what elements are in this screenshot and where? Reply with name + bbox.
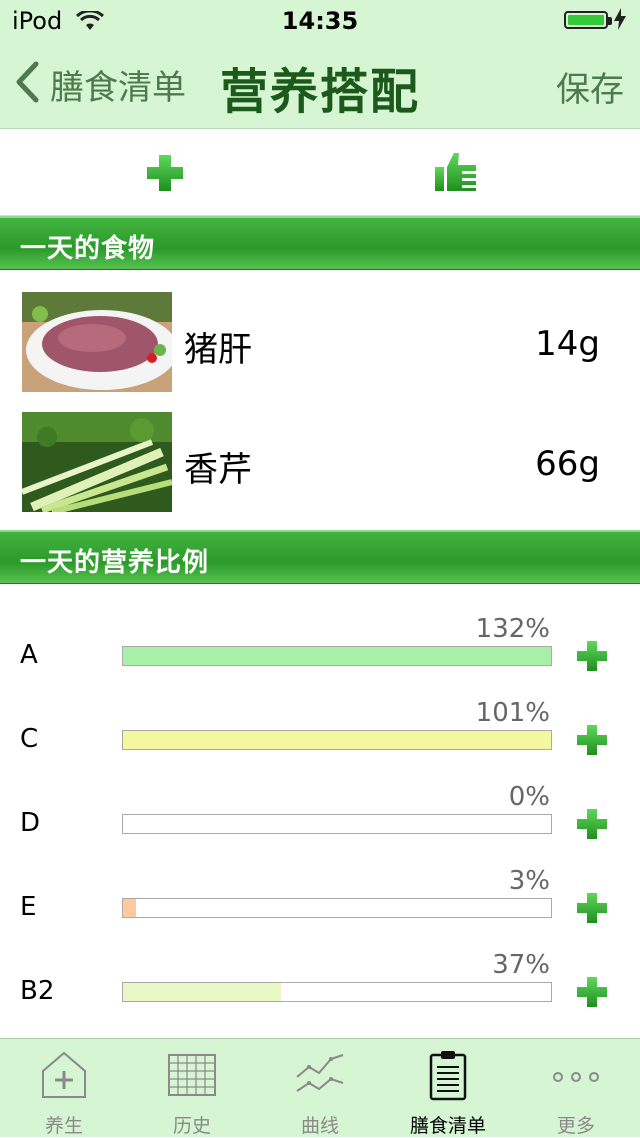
plus-icon <box>577 893 607 923</box>
add-nutrient-button[interactable] <box>572 972 612 1012</box>
tab-curve[interactable]: 曲线 <box>256 1039 384 1137</box>
foods-section-title: 一天的食物 <box>20 234 156 264</box>
nutrient-percent: 0% <box>508 782 550 812</box>
nutrient-row: E 3% <box>0 852 640 936</box>
plus-icon <box>577 725 607 755</box>
nutrient-bar-fill <box>123 983 282 1001</box>
nutrient-bar <box>122 898 552 918</box>
food-row[interactable]: 猪肝 14g <box>0 292 640 412</box>
tab-label: 曲线 <box>300 1115 339 1137</box>
status-bar: iPod 14:35 <box>0 0 640 40</box>
add-food-button[interactable] <box>141 149 189 197</box>
save-button[interactable]: 保存 <box>556 62 624 111</box>
celery-photo <box>22 412 172 512</box>
pork-liver-photo <box>22 292 172 392</box>
nutrient-label: B2 <box>20 976 55 1006</box>
calendar-grid-icon <box>168 1054 216 1096</box>
page-title: 营养搭配 <box>220 64 421 120</box>
plus-icon <box>577 809 607 839</box>
nutrient-bar-fill <box>123 647 551 665</box>
nutrient-bar <box>122 646 552 666</box>
add-nutrient-button[interactable] <box>572 888 612 928</box>
nutrient-percent: 132% <box>475 614 550 644</box>
tab-diet-list[interactable]: 膳食清单 <box>384 1039 512 1137</box>
charging-icon <box>614 8 626 36</box>
tab-label: 更多 <box>556 1115 595 1137</box>
thumbs-up-icon <box>435 153 476 191</box>
add-nutrient-button[interactable] <box>572 636 612 676</box>
nutrient-bar <box>122 982 552 1002</box>
nutrient-percent: 101% <box>475 698 550 728</box>
plus-icon <box>147 155 183 191</box>
nutrient-label: A <box>20 640 38 670</box>
nutrient-row: A 132% <box>0 600 640 684</box>
food-name: 猪肝 <box>184 330 252 370</box>
food-amount: 14g <box>535 324 600 364</box>
house-plus-icon <box>42 1051 86 1098</box>
top-bar: iPod 14:35 膳食清单 营养搭配 保存 <box>0 0 640 129</box>
tab-label: 历史 <box>172 1115 211 1137</box>
action-toolbar <box>0 129 640 216</box>
nutrient-bar <box>122 730 552 750</box>
food-name: 香芹 <box>184 450 252 490</box>
tab-label: 膳食清单 <box>409 1115 486 1137</box>
tab-label: 养生 <box>44 1115 83 1137</box>
nutrient-bar <box>122 814 552 834</box>
recommend-button[interactable] <box>432 149 480 197</box>
nutrient-bar-fill <box>123 899 136 917</box>
clipboard-icon <box>429 1051 467 1101</box>
food-row[interactable]: 香芹 66g <box>0 412 640 532</box>
plus-icon <box>577 641 607 671</box>
chevron-left-icon <box>14 61 40 107</box>
status-time: 14:35 <box>281 7 359 35</box>
nutrition-section-title: 一天的营养比例 <box>20 548 210 578</box>
nutrient-row: D 0% <box>0 768 640 852</box>
nutrient-row: C 101% <box>0 684 640 768</box>
battery-icon <box>564 11 612 29</box>
nutrient-label: E <box>20 892 37 922</box>
nutrient-row: B2 37% <box>0 936 640 1020</box>
nutrition-section-header: 一天的营养比例 <box>0 530 640 584</box>
nutrient-label: D <box>20 808 41 838</box>
add-nutrient-button[interactable] <box>572 804 612 844</box>
plus-icon <box>577 977 607 1007</box>
food-amount: 66g <box>535 444 600 484</box>
back-button[interactable]: 膳食清单 <box>14 60 186 108</box>
add-nutrient-button[interactable] <box>572 720 612 760</box>
tab-history[interactable]: 历史 <box>128 1039 256 1137</box>
tab-bar: 养生 历史 曲线 膳食清单 更多 <box>0 1038 640 1137</box>
more-dots-icon <box>553 1072 599 1082</box>
tab-health[interactable]: 养生 <box>0 1039 128 1137</box>
tab-more[interactable]: 更多 <box>512 1039 640 1137</box>
nutrient-percent: 3% <box>508 866 550 896</box>
nutrient-label: C <box>20 724 39 754</box>
foods-section-header: 一天的食物 <box>0 216 640 270</box>
nutrient-percent: 37% <box>492 950 550 980</box>
nutrient-bar-fill <box>123 731 551 749</box>
back-label: 膳食清单 <box>50 67 186 108</box>
line-chart-icon <box>296 1054 344 1092</box>
